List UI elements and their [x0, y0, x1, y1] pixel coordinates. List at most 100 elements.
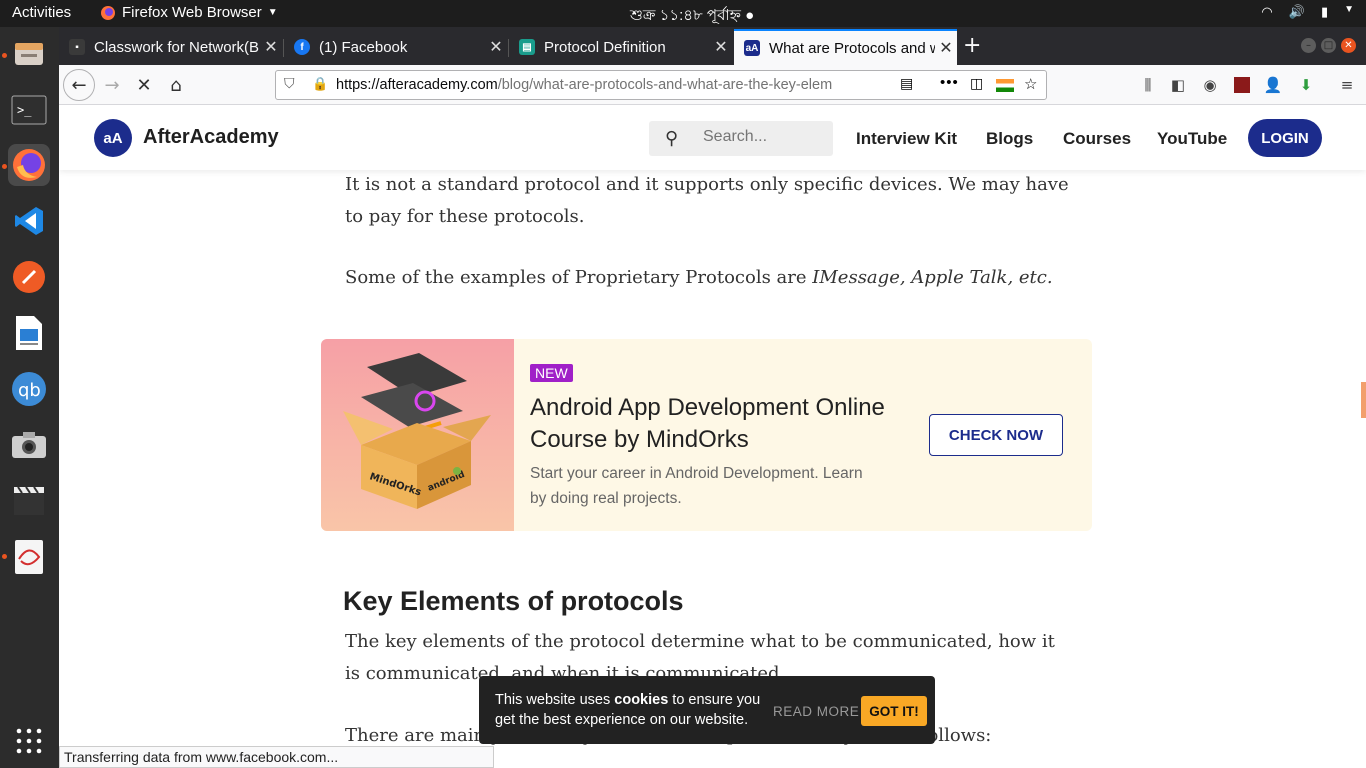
url-domain: https://afteracademy.com	[336, 77, 498, 93]
show-applications-icon[interactable]	[8, 720, 50, 762]
home-icon[interactable]: ⌂	[160, 69, 192, 101]
tab-title: (1) Facebook	[319, 38, 408, 56]
got-it-button[interactable]: GOT IT!	[861, 696, 927, 726]
article-italic: IMessage, Apple Talk, etc.	[812, 267, 1053, 288]
url-bar[interactable]: ⛉ 🔒 https://afteracademy.com/blog/what-a…	[275, 70, 1047, 100]
cookie-text-bold: cookies	[614, 692, 669, 708]
bookmark-star-icon[interactable]: ☆	[1024, 75, 1037, 93]
mindorks-box-illustration: MindOrks android	[343, 353, 491, 509]
india-flag-icon[interactable]	[996, 79, 1014, 92]
tab-title: Protocol Definition	[544, 38, 666, 56]
article-paragraph: Some of the examples of Proprietary Prot…	[345, 262, 1075, 294]
document-viewer-icon[interactable]	[8, 536, 50, 578]
nav-youtube[interactable]: YouTube	[1157, 129, 1227, 149]
stop-loading-icon[interactable]: ✕	[128, 69, 160, 101]
reader-view-icon[interactable]: ▤	[900, 75, 913, 92]
files-icon[interactable]	[8, 33, 50, 75]
extension-avatar-icon[interactable]: 👤	[1261, 73, 1285, 97]
terminal-icon[interactable]: >_	[8, 89, 50, 131]
sidebar-icon[interactable]: ◧	[1166, 73, 1190, 97]
back-icon[interactable]: ←	[63, 69, 95, 101]
close-icon[interactable]: ✕	[710, 37, 732, 57]
site-search[interactable]: ⚲	[649, 121, 833, 156]
extension-icon[interactable]	[1230, 73, 1254, 97]
url-path: /blog/what-are-protocols-and-what-are-th…	[497, 77, 833, 93]
tab-facebook[interactable]: f (1) Facebook ✕	[284, 29, 507, 65]
tab-strip: ▪ Classwork for Network(B ✕ f (1) Facebo…	[59, 27, 1366, 65]
new-tab-icon[interactable]: +	[963, 33, 981, 58]
library-icon[interactable]: ⫼	[1136, 73, 1160, 97]
chevron-down-icon: ▼	[267, 7, 278, 18]
account-icon[interactable]: ◉	[1198, 73, 1222, 97]
wifi-icon: ◠	[1261, 4, 1273, 19]
video-editor-icon[interactable]	[8, 480, 50, 522]
read-more-link[interactable]: READ MORE	[773, 704, 859, 719]
libreoffice-writer-icon[interactable]	[8, 312, 50, 354]
running-indicator	[2, 554, 7, 559]
nav-blogs[interactable]: Blogs	[986, 129, 1033, 149]
tab-protocol-definition[interactable]: ▤ Protocol Definition ✕	[509, 29, 732, 65]
page-actions-icon[interactable]: •••	[940, 74, 959, 91]
clock[interactable]: শুক্র ১১:৪৮ পূর্বাহ্ন ●	[630, 4, 754, 29]
maximize-icon[interactable]: □	[1321, 38, 1336, 53]
activities-button[interactable]: Activities	[12, 4, 71, 21]
forward-icon[interactable]: →	[96, 69, 128, 101]
book-icon: ▤	[519, 39, 535, 55]
dock: >_ qb	[0, 27, 59, 768]
tab-title: What are Protocols and w	[769, 39, 935, 57]
vscode-icon[interactable]	[8, 200, 50, 242]
postman-icon[interactable]	[8, 256, 50, 298]
svg-text:qb: qb	[18, 380, 41, 401]
tab-classroom[interactable]: ▪ Classwork for Network(B ✕	[59, 29, 282, 65]
cookie-banner: This website uses cookies to ensure you …	[479, 676, 935, 744]
close-window-icon[interactable]: ✕	[1341, 38, 1356, 53]
hamburger-menu-icon[interactable]: ≡	[1335, 73, 1359, 97]
firefox-dock-icon[interactable]	[8, 144, 50, 186]
google-classroom-icon: ▪	[69, 39, 85, 55]
app-menu[interactable]: Firefox Web Browser ▼	[100, 4, 278, 21]
system-tray[interactable]: ◠ 🔊 ▮ ▼	[1261, 4, 1354, 20]
volume-icon: 🔊	[1288, 4, 1305, 19]
login-button[interactable]: LOGIN	[1248, 119, 1322, 157]
search-icon[interactable]: ⚲	[665, 128, 678, 149]
battery-icon: ▮	[1320, 4, 1329, 19]
new-badge: NEW	[530, 364, 573, 382]
promo-illustration: MindOrks android	[321, 339, 514, 531]
app-menu-label: Firefox Web Browser	[122, 4, 262, 21]
scroll-indicator[interactable]	[1361, 382, 1366, 418]
promo-title[interactable]: Android App Development Online Course by…	[530, 392, 890, 456]
promo-description: Start your career in Android Development…	[530, 465, 863, 507]
url-text[interactable]: https://afteracademy.com/blog/what-are-p…	[336, 77, 891, 93]
download-icon[interactable]: ⬇	[1294, 73, 1318, 97]
close-icon[interactable]: ✕	[485, 37, 507, 57]
lock-icon[interactable]: 🔒	[312, 76, 328, 92]
shield-icon[interactable]: ⛉	[284, 75, 295, 92]
minimize-icon[interactable]: –	[1301, 38, 1316, 53]
nav-interview-kit[interactable]: Interview Kit	[856, 129, 957, 149]
svg-text:>_: >_	[17, 103, 32, 117]
check-now-button[interactable]: CHECK NOW	[929, 414, 1063, 456]
chevron-down-icon: ▼	[1344, 4, 1354, 15]
running-indicator	[2, 53, 7, 58]
camera-icon[interactable]	[8, 424, 50, 466]
section-heading: Key Elements of protocols	[343, 586, 684, 616]
site-header: aA AfterAcademy ⚲ Interview Kit Blogs Co…	[59, 106, 1366, 170]
cookie-text: This website uses	[495, 692, 615, 708]
system-top-bar: Activities Firefox Web Browser ▼ শুক্র ১…	[0, 0, 1366, 27]
site-logo[interactable]: aA	[94, 119, 132, 157]
web-page: aA AfterAcademy ⚲ Interview Kit Blogs Co…	[59, 106, 1366, 768]
search-input[interactable]	[703, 128, 823, 146]
facebook-icon: f	[294, 39, 310, 55]
status-bar: Transferring data from www.facebook.com.…	[59, 746, 494, 768]
navigation-toolbar: ← → ✕ ⌂ ⛉ 🔒 https://afteracademy.com/blo…	[59, 65, 1366, 105]
close-icon[interactable]: ✕	[935, 38, 957, 58]
site-brand[interactable]: AfterAcademy	[143, 126, 279, 149]
afteracademy-icon: aA	[744, 40, 760, 56]
article-text: Some of the examples of Proprietary Prot…	[345, 267, 813, 288]
tab-afteracademy[interactable]: aA What are Protocols and w ✕	[734, 29, 957, 65]
tab-title: Classwork for Network(B	[94, 38, 260, 56]
pocket-icon[interactable]: ◫	[970, 75, 983, 92]
qbittorrent-icon[interactable]: qb	[8, 368, 50, 410]
nav-courses[interactable]: Courses	[1063, 129, 1131, 149]
close-icon[interactable]: ✕	[260, 37, 282, 57]
